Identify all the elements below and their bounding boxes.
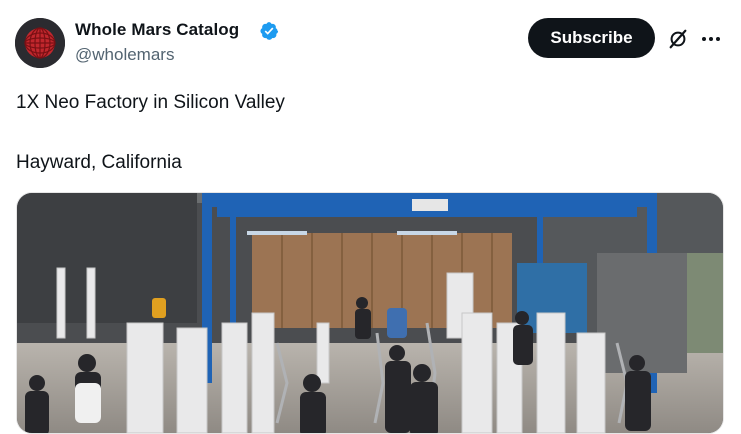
post-media-video[interactable] <box>16 192 724 434</box>
tweet-post: Whole Mars Catalog @wholemars Subscribe … <box>0 0 741 434</box>
verified-badge-icon[interactable] <box>259 21 279 41</box>
grok-slash-icon[interactable] <box>667 28 689 50</box>
author-handle[interactable]: @wholemars <box>75 45 174 65</box>
author-name[interactable]: Whole Mars Catalog <box>75 20 239 40</box>
more-dots-icon[interactable] <box>699 28 723 50</box>
red-sphere-avatar-icon <box>15 18 65 68</box>
author-avatar[interactable] <box>15 18 65 68</box>
post-text-line-1: 1X Neo Factory in Silicon Valley <box>16 92 285 113</box>
post-text: 1X Neo Factory in Silicon Valley Hayward… <box>16 88 285 178</box>
factory-floor-image <box>17 193 723 433</box>
post-text-line-2: Hayward, California <box>16 152 182 173</box>
subscribe-button[interactable]: Subscribe <box>528 18 655 58</box>
